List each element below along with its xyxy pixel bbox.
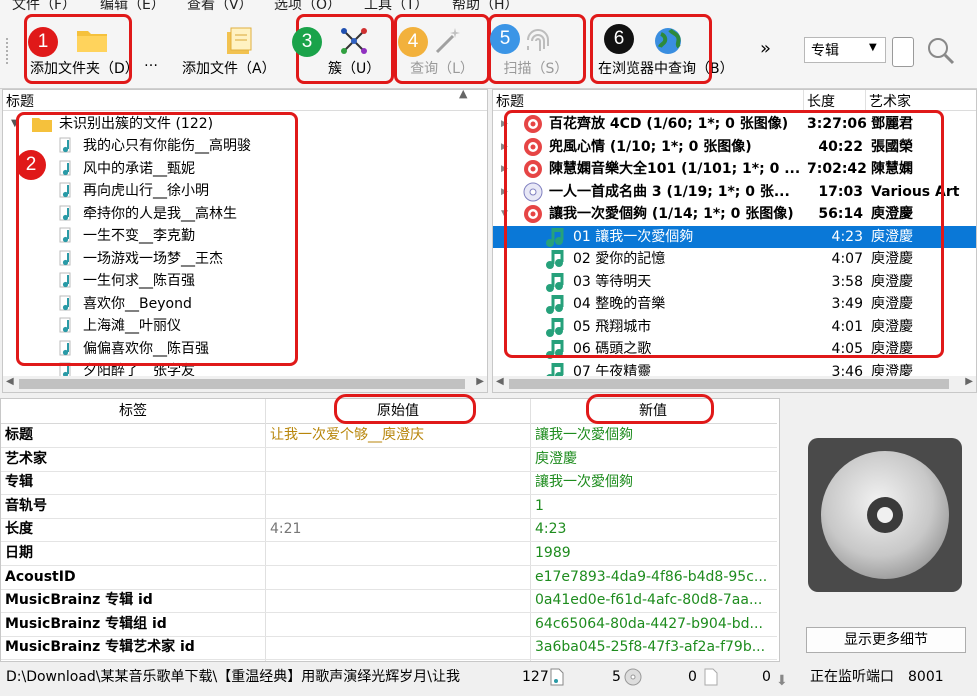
- menu-edit[interactable]: 编辑（E）: [100, 0, 165, 12]
- show-more-details-button[interactable]: 显示更多细节: [806, 627, 966, 653]
- menu-view[interactable]: 查看（V）: [187, 0, 253, 12]
- right-horizontal-scrollbar[interactable]: ◀ ▶: [493, 376, 976, 392]
- chevron-down-icon: ▼: [869, 42, 877, 53]
- scroll-right-icon[interactable]: ▶: [476, 376, 484, 387]
- file-icon: [550, 668, 564, 696]
- annotation-box-original: [334, 394, 476, 424]
- toolbar-overflow-button[interactable]: »: [760, 38, 771, 59]
- metadata-row[interactable]: 专辑 讓我一次愛個夠: [1, 471, 777, 496]
- document-icon: [223, 26, 253, 60]
- status-bar: D:\Download\某某音乐歌单下载\【重温经典】用歌声演绎光辉岁月\让我 …: [0, 663, 977, 691]
- files-count: 127: [522, 669, 549, 685]
- right-pane-header: 标题 长度 艺术家: [493, 90, 976, 111]
- scroll-left-icon[interactable]: ◀: [496, 376, 504, 387]
- pending-files-count: 0: [688, 669, 697, 685]
- annotation-badge-6: 6: [604, 24, 634, 54]
- toolbar-grip[interactable]: [6, 38, 11, 64]
- menu-options[interactable]: 选项（O）: [274, 0, 341, 12]
- add-folder-menu-arrow[interactable]: …: [144, 54, 158, 70]
- annotation-box-album-list: [504, 110, 944, 358]
- left-horizontal-scrollbar[interactable]: ◀ ▶: [3, 376, 487, 392]
- scroll-up-icon[interactable]: ▲: [459, 90, 467, 100]
- albums-count: 5: [612, 669, 621, 685]
- annotation-badge-1: 1: [28, 27, 58, 57]
- annotation-box-2: [16, 112, 298, 366]
- metadata-row[interactable]: 长度 4:21 4:23: [1, 518, 777, 543]
- metadata-row[interactable]: 音轨号 1: [1, 495, 777, 519]
- pending-file-icon: [704, 668, 718, 696]
- add-files-button[interactable]: 添加文件（A）: [180, 12, 300, 88]
- annotation-box-new: [586, 394, 714, 424]
- annotation-badge-3: 3: [292, 27, 322, 57]
- metadata-row[interactable]: 标题 让我一次爱个够__庾澄庆 讓我一次愛個夠: [1, 424, 777, 448]
- cd-icon: [624, 668, 642, 696]
- scroll-right-icon[interactable]: ▶: [965, 376, 973, 387]
- metadata-row[interactable]: 日期 1989: [1, 542, 777, 566]
- scroll-left-icon[interactable]: ◀: [6, 376, 14, 387]
- search-icon[interactable]: [926, 36, 956, 70]
- annotation-badge-4: 4: [398, 27, 428, 57]
- listening-label: 正在监听端口: [810, 669, 894, 685]
- menu-file[interactable]: 文件（F）: [12, 0, 76, 12]
- menu-help[interactable]: 帮助（H）: [452, 0, 519, 12]
- left-pane-header: 标题 ▲: [3, 90, 487, 111]
- cover-art: [800, 430, 970, 600]
- metadata-row[interactable]: MusicBrainz 专辑组 id 64c65064-80da-4427-b90…: [1, 613, 777, 637]
- annotation-badge-5: 5: [490, 24, 520, 54]
- metadata-table: 标签 原始值 新值 标题 让我一次爱个够__庾澄庆 讓我一次愛個夠 艺术家 庾澄慶 专辑讓…: [0, 398, 780, 662]
- menu-tools[interactable]: 工具（T）: [364, 0, 429, 12]
- port-number: 8001: [908, 669, 944, 685]
- menu-bar: 文件（F） 编辑（E） 查看（V） 选项（O） 工具（T） 帮助（H）: [0, 0, 977, 12]
- mode-select[interactable]: 专辑 ▼: [804, 37, 886, 63]
- metadata-row[interactable]: MusicBrainz 专辑艺术家 id 3a6ba045-25f8-47f3-a…: [1, 636, 777, 661]
- status-path: D:\Download\某某音乐歌单下载\【重温经典】用歌声演绎光辉岁月\让我: [6, 669, 460, 685]
- metadata-row[interactable]: MusicBrainz 专辑 id 0a41ed0e-f61d-4afc-80d8…: [1, 589, 777, 614]
- metadata-row[interactable]: 艺术家 庾澄慶: [1, 448, 777, 472]
- search-field[interactable]: [892, 37, 914, 67]
- pending-requests-count: 0: [762, 669, 771, 685]
- annotation-badge-2: 2: [16, 150, 46, 180]
- metadata-row[interactable]: AcoustID e17e7893-4da9-4f86-b4d8-95c...: [1, 566, 777, 590]
